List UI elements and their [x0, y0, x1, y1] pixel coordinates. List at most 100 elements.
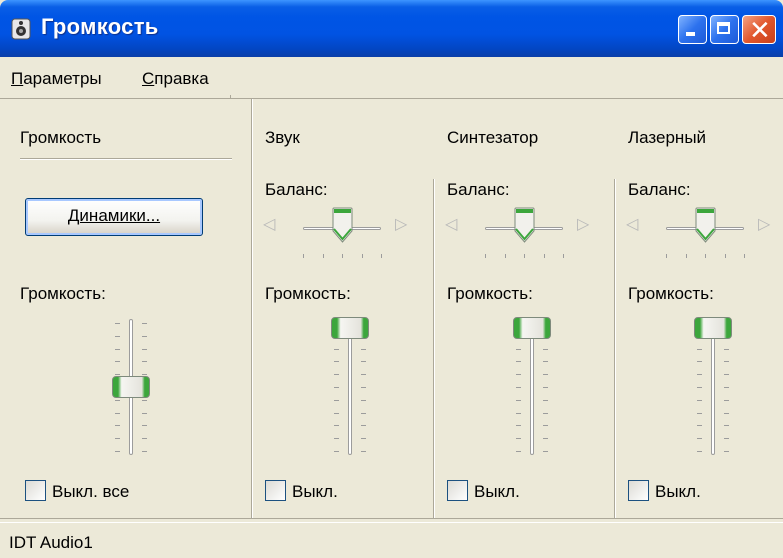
balance-tick: [303, 254, 304, 258]
balance-tick: [686, 254, 687, 258]
volume-tick: [115, 451, 120, 452]
channel-volume-label-cd: Громкость:: [628, 284, 714, 303]
volume-tick: [724, 349, 729, 350]
volume-tick: [115, 323, 120, 324]
channel-volume-slider-cd[interactable]: [688, 317, 738, 457]
volume-tick: [142, 451, 147, 452]
status-bar: IDT Audio1: [0, 518, 783, 558]
volume-tick: [142, 413, 147, 414]
balance-thumb-icon: [695, 207, 716, 243]
volume-tick: [724, 387, 729, 388]
channel-mute-checkbox-cd[interactable]: [628, 480, 649, 501]
volume-tick: [115, 349, 120, 350]
channel-volume-label-synth: Громкость:: [447, 284, 533, 303]
balance-tick: [544, 254, 545, 258]
volume-tick: [142, 349, 147, 350]
volume-tick: [142, 336, 147, 337]
channel-mute-checkbox-sound[interactable]: [265, 480, 286, 501]
channel-divider-2: [614, 179, 616, 519]
channel-divider-1: [433, 179, 435, 519]
volume-tick: [115, 361, 120, 362]
speaker-left-icon: ◁: [263, 216, 276, 233]
volume-tick: [115, 425, 120, 426]
volume-tick: [361, 413, 366, 414]
balance-tick: [705, 254, 706, 258]
volume-tick: [697, 349, 702, 350]
volume-tick: [142, 425, 147, 426]
balance-tick: [563, 254, 564, 258]
master-mute-text: Выкл. все: [52, 482, 130, 501]
close-icon: ✕: [749, 15, 771, 45]
volume-tick: [361, 387, 366, 388]
volume-tick: [724, 374, 729, 375]
volume-tick: [516, 425, 521, 426]
speaker-left-icon: ◁: [626, 216, 639, 233]
channel-volume-slider-cd-thumb[interactable]: [694, 317, 732, 339]
speaker-left-icon: ◁: [445, 216, 458, 233]
channel-balance-label-sound: Баланс:: [265, 180, 328, 199]
volume-tick: [516, 387, 521, 388]
master-mute-checkbox[interactable]: [25, 480, 46, 501]
master-volume-slider[interactable]: [106, 317, 156, 457]
balance-tick: [505, 254, 506, 258]
volume-tick: [334, 451, 339, 452]
channel-balance-slider-synth[interactable]: [514, 207, 535, 243]
balance-tick: [362, 254, 363, 258]
volume-tick: [697, 374, 702, 375]
speakers-button[interactable]: Динамики...: [25, 198, 203, 236]
menu-parameters-accel: П: [11, 69, 24, 88]
volume-control-window: Громкость ✕ Параметры Справка Громкость …: [0, 0, 783, 558]
menu-parameters-rest: араметры: [23, 69, 102, 88]
status-device-name: IDT Audio1: [9, 533, 93, 552]
volume-tick: [142, 361, 147, 362]
volume-tick: [115, 336, 120, 337]
channel-mute-label-sound: Выкл.: [292, 482, 338, 501]
maximize-button[interactable]: [710, 15, 739, 44]
master-mute-label: Выкл. все: [52, 482, 129, 502]
master-volume-slider-thumb[interactable]: [112, 376, 150, 398]
menu-parameters[interactable]: Параметры: [11, 69, 102, 89]
balance-tick: [744, 254, 745, 258]
volume-tick: [361, 438, 366, 439]
title-bar[interactable]: Громкость ✕: [0, 0, 783, 57]
channel-volume-slider-sound-track: [348, 319, 352, 455]
balance-thumb-icon: [514, 207, 535, 243]
volume-tick: [334, 349, 339, 350]
close-button[interactable]: ✕: [742, 15, 776, 44]
menu-help[interactable]: Справка: [142, 69, 209, 89]
minimize-button[interactable]: [678, 15, 707, 44]
channel-volume-slider-sound-thumb[interactable]: [331, 317, 369, 339]
volume-tick: [516, 349, 521, 350]
window-title: Громкость: [41, 14, 159, 39]
volume-tick: [361, 425, 366, 426]
status-cell: IDT Audio1: [0, 522, 783, 558]
channel-mute-checkbox-synth[interactable]: [447, 480, 468, 501]
volume-tick: [724, 425, 729, 426]
volume-tick: [516, 438, 521, 439]
volume-tick: [697, 425, 702, 426]
channel-balance-slider-sound[interactable]: [332, 207, 353, 243]
volume-tick: [697, 438, 702, 439]
channel-volume-slider-synth-track: [530, 319, 534, 455]
volume-tick: [724, 451, 729, 452]
channel-volume-slider-cd-track: [711, 319, 715, 455]
volume-tick: [543, 425, 548, 426]
channel-volume-slider-sound[interactable]: [325, 317, 375, 457]
channel-volume-slider-synth-thumb[interactable]: [513, 317, 551, 339]
volume-tick: [697, 413, 702, 414]
volume-tick: [516, 451, 521, 452]
channel-mute-label-synth: Выкл.: [474, 482, 520, 501]
balance-tick: [725, 254, 726, 258]
volume-tick: [115, 400, 120, 401]
volume-tick: [697, 361, 702, 362]
volume-tick: [361, 400, 366, 401]
channel-volume-slider-synth[interactable]: [507, 317, 557, 457]
volume-tick: [516, 413, 521, 414]
volume-tick: [697, 387, 702, 388]
speaker-right-icon: ▷: [395, 216, 408, 233]
channel-balance-slider-cd[interactable]: [695, 207, 716, 243]
balance-tick: [342, 254, 343, 258]
volume-tick: [543, 451, 548, 452]
balance-thumb-icon: [332, 207, 353, 243]
volume-tick: [361, 451, 366, 452]
